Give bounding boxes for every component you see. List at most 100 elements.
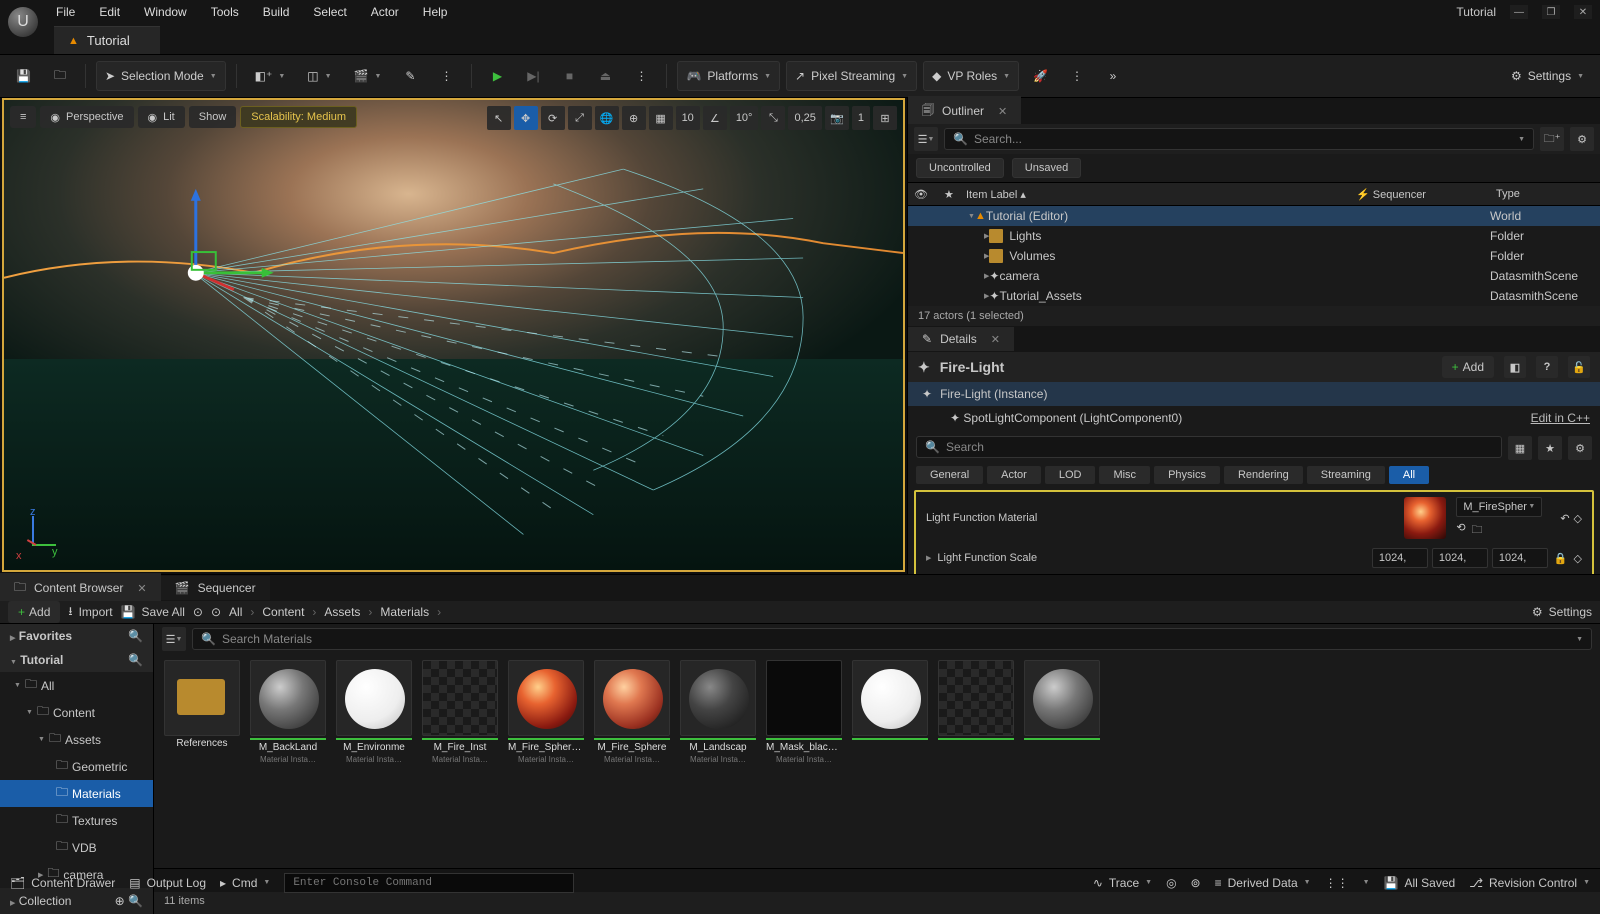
filter-general[interactable]: General [916, 466, 983, 484]
menu-help[interactable]: Help [423, 5, 448, 19]
tab-details[interactable]: ✎Details✕ [908, 327, 1014, 351]
edit-in-cpp-link[interactable]: Edit in C++ [1531, 411, 1590, 425]
trace-record-button[interactable]: ◎ [1166, 876, 1176, 890]
outliner-row-volumes[interactable]: ▶ VolumesFolder [908, 246, 1600, 266]
details-component-row[interactable]: ✦ SpotLightComponent (LightComponent0)Ed… [908, 406, 1600, 430]
revision-control-dropdown[interactable]: ⎇Revision Control▼ [1469, 876, 1590, 890]
camera-speed-value[interactable]: 1 [852, 106, 870, 130]
col-pin[interactable]: ★ [938, 188, 960, 201]
asset-thumb[interactable]: M_Fire_InstMaterial Insta… [422, 660, 498, 764]
details-lock-button[interactable]: 🔓 [1568, 356, 1590, 378]
save-button[interactable]: 💾 [8, 61, 39, 91]
lfs-z-input[interactable]: 1024, [1492, 548, 1548, 568]
eject-button[interactable]: ⏏ [590, 61, 620, 91]
outliner-filter-button[interactable]: ☰▼ [914, 127, 938, 151]
tree-assets[interactable]: ▼🗀 Assets [0, 726, 153, 753]
favorites-header[interactable]: ▶ Favorites🔍 [0, 624, 153, 648]
tab-content-browser[interactable]: 🗀Content Browser✕ [0, 573, 161, 604]
play-options-button[interactable]: ⋮ [626, 61, 656, 91]
filter-misc[interactable]: Misc [1099, 466, 1150, 484]
console-command-input[interactable] [284, 873, 574, 893]
trace-bookmark-button[interactable]: ⊚ [1191, 876, 1201, 890]
viewport-lit-dropdown[interactable]: ◉ Lit [138, 106, 185, 128]
tree-vdb[interactable]: 🗀 VDB [0, 834, 153, 861]
browse-to-asset-button[interactable]: 🗀 [1472, 521, 1483, 540]
tab-outliner[interactable]: 🗐Outliner✕ [908, 96, 1021, 127]
menu-build[interactable]: Build [263, 5, 290, 19]
close-icon[interactable]: ✕ [991, 333, 1000, 346]
col-item-label[interactable]: Item Label ▴ [960, 188, 1350, 201]
outliner-row-camera[interactable]: ▶ ✦ cameraDatasmithScene [908, 266, 1600, 286]
viewport-scalability-button[interactable]: Scalability: Medium [240, 106, 357, 128]
window-minimize-button[interactable]: — [1510, 5, 1528, 19]
outliner-search-input[interactable]: 🔍Search...▼ [944, 128, 1534, 150]
skip-button[interactable]: ▶| [518, 61, 548, 91]
asset-thumb[interactable]: M_Mask_black_InstMaterial Insta… [766, 660, 842, 764]
asset-thumb[interactable]: M_Fire_SphereMaterial Insta… [594, 660, 670, 764]
surface-snap-button[interactable]: ⊕ [622, 106, 646, 130]
output-log-button[interactable]: ▤Output Log [129, 876, 206, 890]
asset-thumb[interactable]: References [164, 660, 240, 764]
asset-thumb[interactable]: M_EnvironmeMaterial Insta… [336, 660, 412, 764]
cb-add-button[interactable]: +Add [8, 601, 60, 623]
content-drawer-button[interactable]: 🗂Content Drawer [10, 876, 115, 890]
filter-all[interactable]: All [1389, 466, 1429, 484]
history-back-button[interactable]: ⊙ [193, 605, 203, 619]
menu-select[interactable]: Select [313, 5, 346, 19]
all-saved-button[interactable]: 💾All Saved [1384, 876, 1456, 890]
details-favorites-button[interactable]: ★ [1538, 436, 1562, 460]
reset-to-default-button[interactable]: ↶ [1560, 512, 1569, 525]
col-visibility[interactable]: 👁 [908, 188, 938, 201]
col-type[interactable]: Type [1490, 188, 1600, 200]
col-sequencer[interactable]: ⚡ Sequencer [1350, 188, 1490, 201]
angle-snap-button[interactable]: ∠ [703, 106, 727, 130]
tab-sequencer[interactable]: 🎬Sequencer [161, 576, 270, 600]
scale-snap-button[interactable]: ⤡ [761, 106, 785, 130]
search-icon[interactable]: 🔍 [128, 629, 143, 643]
crumb-content[interactable]: Content [262, 605, 304, 619]
asset-thumb[interactable]: M_BackLandMaterial Insta… [250, 660, 326, 764]
vp-roles-dropdown[interactable]: ◆VP Roles▼ [923, 61, 1019, 91]
details-settings-button[interactable]: ⚙ [1568, 436, 1592, 460]
cb-saveall-button[interactable]: 💾Save All [121, 605, 185, 619]
lock-icon[interactable]: 🔒 [1554, 552, 1568, 565]
use-selected-button[interactable]: ⟲ [1456, 521, 1465, 540]
tree-geometric[interactable]: 🗀 Geometric [0, 753, 153, 780]
activity-icon[interactable]: ⋮⋮ [1325, 876, 1349, 890]
crumb-assets[interactable]: Assets [324, 605, 360, 619]
keyframe-button[interactable]: ◇ [1574, 552, 1582, 565]
trace-dropdown[interactable]: ∿Trace▼ [1093, 876, 1152, 890]
tree-all[interactable]: ▼🗀 All [0, 672, 153, 699]
details-grid-view-button[interactable]: ▦ [1508, 436, 1532, 460]
details-search-input[interactable]: 🔍Search [916, 436, 1502, 458]
tree-textures[interactable]: 🗀 Textures [0, 807, 153, 834]
cb-filter-button[interactable]: ☰▼ [162, 627, 186, 651]
asset-thumb[interactable] [1024, 660, 1100, 764]
launch-button[interactable]: 🚀 [1025, 61, 1056, 91]
brush-mode-button[interactable]: ◫▼ [299, 61, 339, 91]
outliner-row-lights[interactable]: ▶ LightsFolder [908, 226, 1600, 246]
tree-materials[interactable]: 🗀 Materials [0, 780, 153, 807]
rotate-tool-button[interactable]: ⟳ [541, 106, 565, 130]
viewport-menu-button[interactable]: ≡ [10, 106, 36, 128]
toolbar-overflow-button[interactable]: » [1098, 61, 1128, 91]
asset-thumb[interactable] [852, 660, 928, 764]
coord-space-button[interactable]: 🌐 [595, 106, 619, 130]
outliner-settings-button[interactable]: ⚙ [1570, 127, 1594, 151]
crumb-all[interactable]: All [229, 605, 242, 619]
crumb-materials[interactable]: Materials [380, 605, 429, 619]
lfs-y-input[interactable]: 1024, [1432, 548, 1488, 568]
outliner-row-tutorial[interactable]: ▼ ▲ Tutorial (Editor)World [908, 206, 1600, 226]
filter-actor[interactable]: Actor [987, 466, 1041, 484]
cmd-dropdown[interactable]: ▸Cmd▼ [220, 876, 270, 890]
snap-grid-button[interactable]: ▦ [649, 106, 673, 130]
outliner-new-folder-button[interactable]: 🗀⁺ [1540, 127, 1564, 151]
collection-header[interactable]: ▶ Collection⊕ 🔍 [0, 888, 153, 914]
select-tool-button[interactable]: ↖ [487, 106, 511, 130]
history-fwd-button[interactable]: ⊙ [211, 605, 221, 619]
platforms-dropdown[interactable]: 🎮Platforms▼ [677, 61, 780, 91]
expose-to-cinematics-button[interactable]: ◇ [1574, 512, 1582, 525]
cinematics-button[interactable]: 🎬▼ [346, 61, 390, 91]
add-content-button[interactable]: ◧⁺▼ [247, 61, 294, 91]
close-icon[interactable]: ✕ [137, 582, 146, 595]
